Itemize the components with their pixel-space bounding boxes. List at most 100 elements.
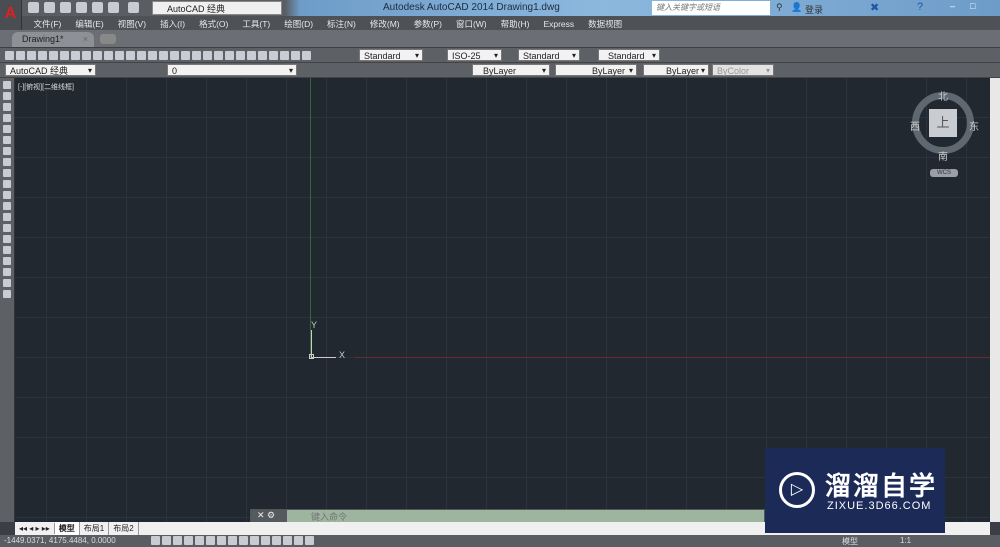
tab-layout1[interactable]: 布局1 [80, 522, 110, 535]
viewcube-face-top[interactable]: 上 [929, 109, 957, 137]
region-icon[interactable] [3, 257, 11, 265]
close-icon[interactable]: × [83, 34, 88, 44]
application-menu-button[interactable]: A [0, 0, 22, 30]
toolbar-icon[interactable] [225, 51, 234, 60]
toolbar-icon[interactable] [247, 51, 256, 60]
save-as-icon[interactable] [76, 2, 87, 13]
drafting-toggles[interactable] [150, 535, 315, 545]
text-style-dropdown[interactable]: Standard [359, 49, 423, 62]
viewport-controls[interactable]: [-][俯视][二维线框] [18, 82, 74, 92]
point-icon[interactable] [3, 224, 11, 232]
polyline-icon[interactable] [3, 103, 11, 111]
redo-icon[interactable] [128, 2, 139, 13]
command-input[interactable] [311, 512, 751, 522]
tab-drawing1[interactable]: Drawing1* × [12, 32, 94, 47]
y-axis-line [310, 78, 311, 358]
new-icon[interactable] [28, 2, 39, 13]
toolbar-icon[interactable] [60, 51, 69, 60]
toolbar-icon[interactable] [5, 51, 14, 60]
toolbar-icon[interactable] [159, 51, 168, 60]
search-input[interactable] [652, 1, 770, 15]
watermark-title: 溜溜自学 [825, 471, 938, 501]
minimize-button[interactable]: – [950, 1, 955, 11]
toolbar-icon[interactable] [192, 51, 201, 60]
menu-bar: 文件(F) 编辑(E) 视图(V) 插入(I) 格式(O) 工具(T) 绘图(D) 标注(N)… [22, 16, 1000, 30]
dim-style-dropdown[interactable]: ISO-25 [447, 49, 502, 62]
help-icon[interactable]: ? [917, 1, 923, 13]
line-icon[interactable] [3, 81, 11, 89]
toolbar-icon[interactable] [115, 51, 124, 60]
tab-layout2[interactable]: 布局2 [109, 522, 139, 535]
toolbar-icon[interactable] [104, 51, 113, 60]
toolbar-icon[interactable] [302, 51, 311, 60]
toolbar-icon[interactable] [258, 51, 267, 60]
toolbar-icon[interactable] [93, 51, 102, 60]
toolbar-icon[interactable] [214, 51, 223, 60]
title-bar: AutoCAD 经典 Autodesk AutoCAD 2014 Drawing… [0, 0, 1000, 16]
wcs-menu[interactable]: WCS [930, 169, 958, 177]
mtext-icon[interactable] [3, 279, 11, 287]
tab-model[interactable]: 模型 [54, 522, 80, 535]
spline-icon[interactable] [3, 169, 11, 177]
toolbar-icon[interactable] [38, 51, 47, 60]
linetype-dropdown[interactable]: ByLayer [555, 64, 637, 77]
insert-block-icon[interactable] [3, 202, 11, 210]
toolbar-icon[interactable] [170, 51, 179, 60]
watermark: ▷ 溜溜自学 ZIXUE.3D66.COM [765, 448, 945, 533]
user-icon[interactable]: 👤 [791, 2, 802, 13]
toolbar-icon[interactable] [49, 51, 58, 60]
toolbar-icon[interactable] [137, 51, 146, 60]
binoculars-icon[interactable]: ⚲ [776, 2, 783, 13]
maximize-button[interactable]: □ [970, 1, 975, 11]
exchange-icon[interactable]: ✖ [870, 1, 879, 14]
compass-east[interactable]: 东 [969, 118, 979, 133]
login-link[interactable]: 登录 [805, 3, 823, 16]
tab-nav-arrows[interactable]: ◂◂ ◂ ▸ ▸▸ [15, 523, 55, 534]
ucs-x-label: X [339, 350, 346, 360]
print-icon[interactable] [92, 2, 103, 13]
polygon-icon[interactable] [3, 114, 11, 122]
workspace-toolbar-dropdown[interactable]: AutoCAD 经典 [5, 64, 96, 77]
vertical-scrollbar[interactable] [990, 78, 1000, 522]
circle-icon[interactable] [3, 147, 11, 155]
toolbar-icon[interactable] [236, 51, 245, 60]
toolbar-icon[interactable] [203, 51, 212, 60]
menu-express[interactable]: Express [536, 17, 581, 31]
toolbar-icon[interactable] [280, 51, 289, 60]
lineweight-dropdown[interactable]: ByLayer [643, 64, 709, 77]
construction-line-icon[interactable] [3, 92, 11, 100]
ellipse-icon[interactable] [3, 180, 11, 188]
revcloud-icon[interactable] [3, 158, 11, 166]
color-dropdown[interactable]: ByLayer [472, 64, 550, 77]
toolbar-icon[interactable] [27, 51, 36, 60]
toolbar-icon[interactable] [126, 51, 135, 60]
toolbar-icon[interactable] [71, 51, 80, 60]
hatch-icon[interactable] [3, 235, 11, 243]
table-icon[interactable] [3, 268, 11, 276]
model-space-button[interactable]: 模型 [842, 536, 858, 547]
toolbar-icon[interactable] [291, 51, 300, 60]
make-block-icon[interactable] [3, 213, 11, 221]
table-style-dropdown[interactable]: Standard [518, 49, 580, 62]
compass-north[interactable]: 北 [938, 88, 948, 103]
ellipse-arc-icon[interactable] [3, 191, 11, 199]
arc-icon[interactable] [3, 136, 11, 144]
workspace-dropdown[interactable]: AutoCAD 经典 [152, 1, 282, 15]
toolbar-icon[interactable] [82, 51, 91, 60]
toolbar-icon[interactable] [16, 51, 25, 60]
toolbar-icon[interactable] [181, 51, 190, 60]
layer-dropdown[interactable]: 0 [167, 64, 297, 77]
toolbar-icon[interactable] [148, 51, 157, 60]
undo-icon[interactable] [108, 2, 119, 13]
new-tab-button[interactable] [100, 34, 116, 44]
compass-south[interactable]: 南 [938, 148, 948, 163]
toolbar-icon[interactable] [269, 51, 278, 60]
save-icon[interactable] [60, 2, 71, 13]
annotation-scale[interactable]: 1:1 [900, 536, 911, 545]
add-selected-icon[interactable] [3, 290, 11, 298]
open-icon[interactable] [44, 2, 55, 13]
gradient-icon[interactable] [3, 246, 11, 254]
mleader-style-dropdown[interactable]: Standard [598, 49, 660, 62]
rectangle-icon[interactable] [3, 125, 11, 133]
compass-west[interactable]: 西 [910, 118, 920, 133]
